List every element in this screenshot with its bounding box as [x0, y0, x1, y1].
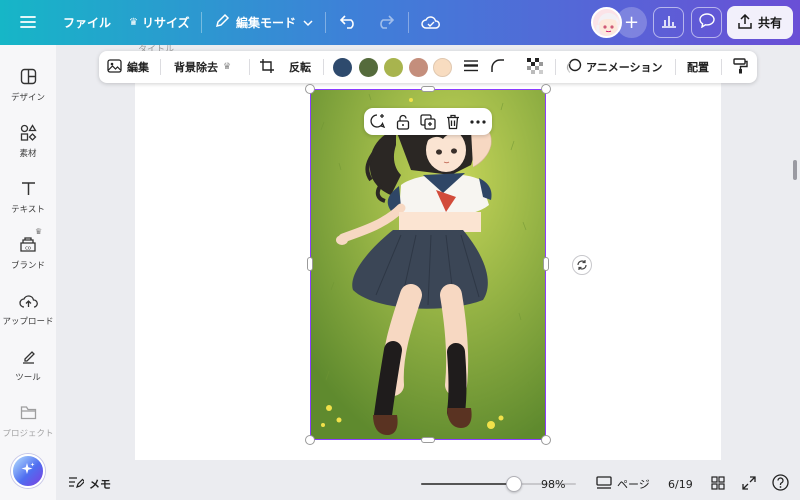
sidebar-item-brand[interactable]: co ♛ ブランド	[0, 227, 56, 281]
rotate-icon	[576, 256, 588, 275]
transparency-icon	[527, 57, 543, 77]
color-swatch-1[interactable]	[333, 58, 352, 77]
resize-handle-bottom[interactable]	[421, 437, 435, 443]
grid-view-button[interactable]	[711, 468, 725, 500]
grid-icon	[711, 475, 725, 493]
comment-icon	[698, 13, 715, 32]
brand-icon: co ♛	[17, 227, 42, 255]
resize-handle-top-left[interactable]	[305, 84, 315, 94]
animation-button[interactable]: アニメーション	[565, 51, 663, 83]
bottom-bar: メモ 98% ページ 6/19	[56, 468, 800, 500]
chevron-down-icon	[303, 16, 313, 30]
resize-handle-top[interactable]	[421, 86, 435, 92]
border-weight-icon	[463, 59, 479, 75]
vertical-scrollbar[interactable]	[793, 160, 797, 180]
trash-icon[interactable]	[443, 112, 462, 131]
zoom-slider-knob[interactable]	[506, 476, 522, 492]
color-swatch-2[interactable]	[359, 58, 378, 77]
text-icon	[17, 177, 39, 199]
corner-radius-icon	[491, 58, 505, 76]
comment-add-icon[interactable]	[368, 112, 387, 131]
svg-text:co: co	[25, 245, 31, 251]
duplicate-icon[interactable]	[418, 112, 437, 131]
left-sidebar: デザイン 素材 テキスト co ♛ ブランド アップロード ツール プロジェクト	[0, 45, 56, 500]
add-collaborator-button[interactable]: +	[616, 7, 647, 38]
crown-icon: ♛	[223, 62, 232, 72]
page-count[interactable]: 6/19	[668, 468, 693, 500]
pencil-icon	[214, 13, 230, 32]
sidebar-item-elements[interactable]: 素材	[0, 119, 56, 169]
help-button[interactable]	[772, 468, 789, 500]
expand-icon	[742, 475, 756, 493]
resize-handle-left[interactable]	[307, 257, 313, 271]
sidebar-item-design[interactable]: デザイン	[0, 63, 56, 113]
context-toolbar: 編集 背景除去 ♛ 反転 アニメーション 配置	[99, 51, 757, 83]
notes-button[interactable]: メモ	[68, 468, 111, 500]
magic-assistant-button[interactable]	[11, 454, 45, 488]
rotate-button[interactable]	[572, 255, 592, 275]
position-button[interactable]: 配置	[687, 51, 709, 83]
element-quick-actions	[364, 108, 492, 135]
sidebar-item-upload[interactable]: アップロード	[0, 287, 56, 337]
sidebar-item-text[interactable]: テキスト	[0, 175, 56, 225]
lock-icon[interactable]	[393, 112, 412, 131]
resize-button[interactable]: ♛ リサイズ	[129, 0, 190, 45]
crop-button[interactable]	[260, 51, 274, 83]
pages-icon	[596, 475, 612, 493]
bg-remove-button[interactable]: 背景除去 ♛	[174, 51, 231, 83]
pages-button[interactable]: ページ	[596, 468, 650, 500]
color-swatch-5[interactable]	[433, 58, 452, 77]
cloud-saved-icon[interactable]	[420, 11, 442, 33]
paint-roller-icon	[733, 57, 748, 77]
flip-button[interactable]: 反転	[289, 51, 311, 83]
transparency-button[interactable]	[527, 51, 543, 83]
sparkle-icon	[20, 461, 36, 481]
file-menu-button[interactable]: ファイル	[63, 0, 111, 45]
tools-icon	[17, 345, 39, 367]
more-icon[interactable]	[468, 112, 487, 131]
fullscreen-button[interactable]	[742, 468, 756, 500]
edit-mode-button[interactable]: 編集モード	[214, 0, 313, 45]
design-icon	[17, 65, 39, 87]
color-swatch-3[interactable]	[384, 58, 403, 77]
elements-icon	[17, 121, 39, 143]
color-swatch-4[interactable]	[409, 58, 428, 77]
copy-style-button[interactable]	[733, 51, 748, 83]
resize-handle-top-right[interactable]	[541, 84, 551, 94]
animation-icon	[565, 58, 582, 77]
notes-icon	[68, 476, 86, 492]
crop-icon	[260, 58, 274, 76]
comments-button[interactable]	[691, 7, 722, 38]
image-edit-icon	[107, 58, 122, 76]
resize-handle-bottom-left[interactable]	[305, 435, 315, 445]
resize-handle-right[interactable]	[543, 257, 549, 271]
redo-icon[interactable]	[374, 11, 396, 33]
corner-rounding-button[interactable]	[491, 51, 505, 83]
top-bar: ファイル ♛ リサイズ 編集モード + 共有	[0, 0, 800, 45]
undo-icon[interactable]	[338, 11, 360, 33]
share-button[interactable]: 共有	[727, 6, 793, 39]
zoom-slider-fill	[421, 483, 514, 485]
border-style-button[interactable]	[463, 51, 479, 83]
bar-chart-icon	[661, 13, 677, 32]
help-icon	[772, 474, 789, 494]
projects-icon	[17, 401, 39, 423]
sidebar-item-projects[interactable]: プロジェクト	[0, 399, 56, 449]
sidebar-item-tools[interactable]: ツール	[0, 343, 56, 393]
plus-icon: +	[623, 12, 640, 33]
crown-icon: ♛	[35, 227, 43, 236]
selected-image[interactable]	[310, 89, 546, 440]
anime-girl-illustration	[311, 90, 545, 439]
upload-share-icon	[738, 13, 752, 32]
upload-icon	[17, 289, 39, 311]
crown-icon: ♛	[129, 17, 138, 28]
insights-button[interactable]	[653, 7, 684, 38]
hamburger-icon[interactable]	[17, 11, 39, 33]
edit-image-button[interactable]: 編集	[107, 51, 149, 83]
zoom-level[interactable]: 98%	[541, 468, 565, 500]
resize-handle-bottom-right[interactable]	[541, 435, 551, 445]
